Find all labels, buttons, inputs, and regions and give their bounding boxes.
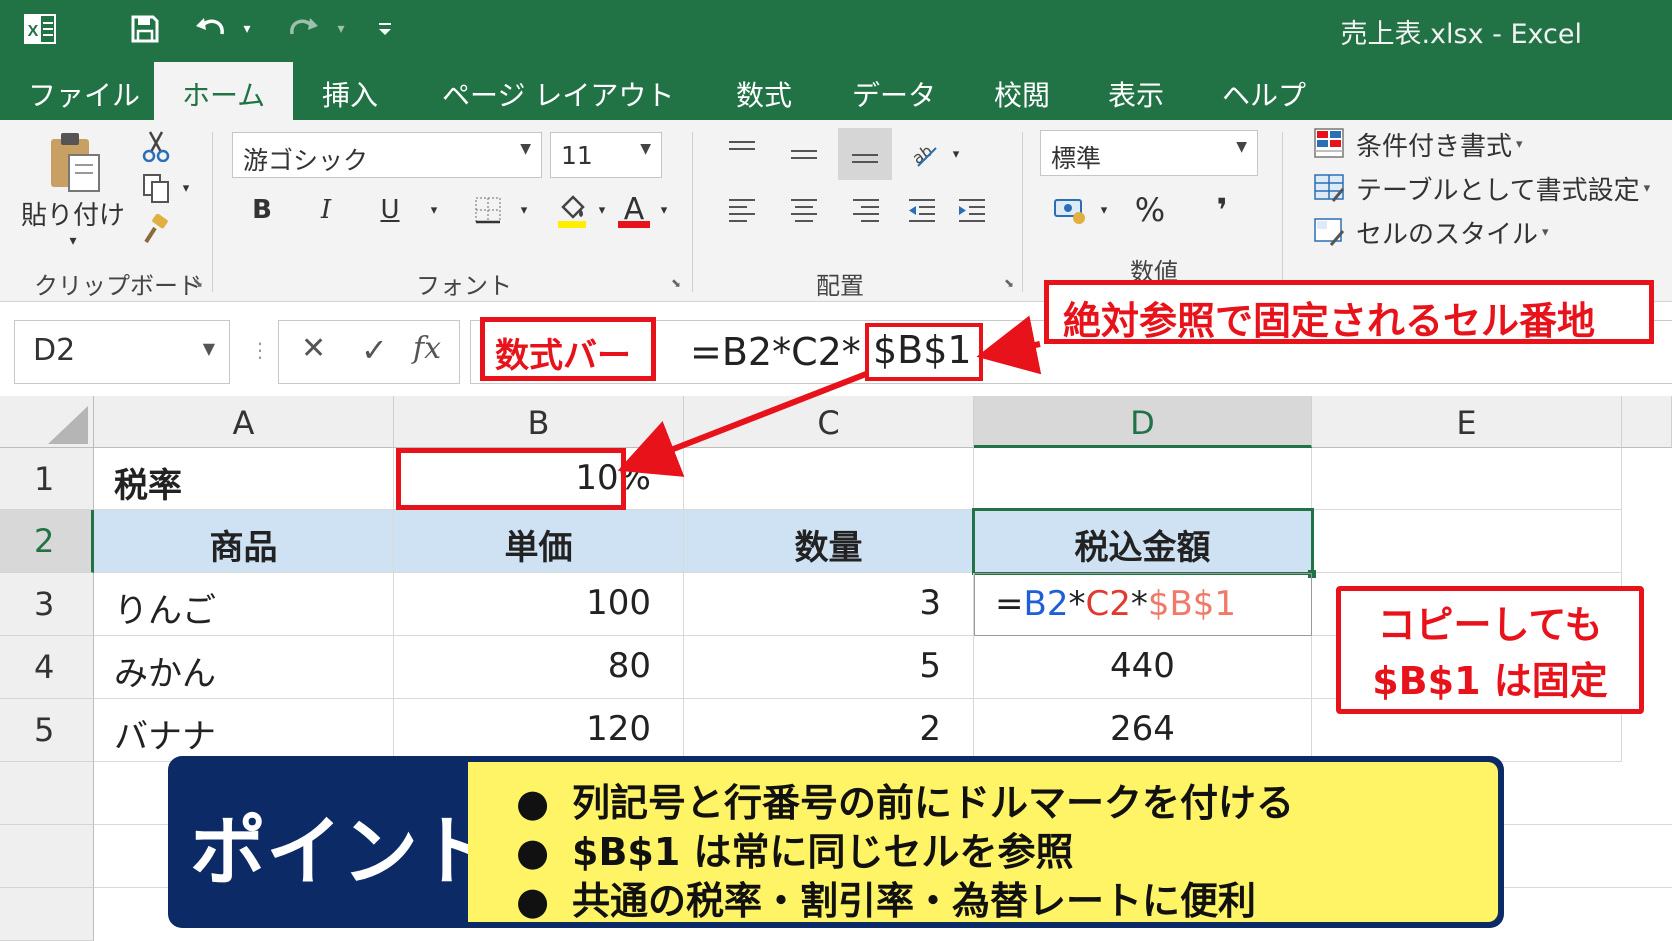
point-title: ポイント bbox=[190, 807, 494, 896]
point-item-text: 列記号と行番号の前にドルマークを付ける bbox=[572, 781, 1295, 825]
bullet-icon: ● bbox=[516, 879, 550, 923]
excel-window: X ▾ ▾ 売上表.xlsx - Excel ファイル ホーム 挿入 ページ レ… bbox=[0, 0, 1672, 941]
arrow-to-tax-rate bbox=[617, 371, 868, 477]
point-list: ● 列記号と行番号の前にドルマークを付ける ● $B$1 は常に同じセルを参照 ● 共… bbox=[468, 762, 1498, 923]
point-item: ● $B$1 は常に同じセルを参照 bbox=[516, 821, 1498, 874]
point-item: ● 共通の税率・割引率・為替レートに便利 bbox=[516, 870, 1498, 923]
bullet-icon: ● bbox=[516, 781, 550, 825]
point-item-text: $B$1 は常に同じセルを参照 bbox=[572, 830, 1074, 874]
arrow-to-formula-ref bbox=[976, 315, 1042, 375]
point-item-text: 共通の税率・割引率・為替レートに便利 bbox=[572, 879, 1257, 923]
bullet-icon: ● bbox=[516, 830, 550, 874]
point-item: ● 列記号と行番号の前にドルマークを付ける bbox=[516, 772, 1498, 825]
